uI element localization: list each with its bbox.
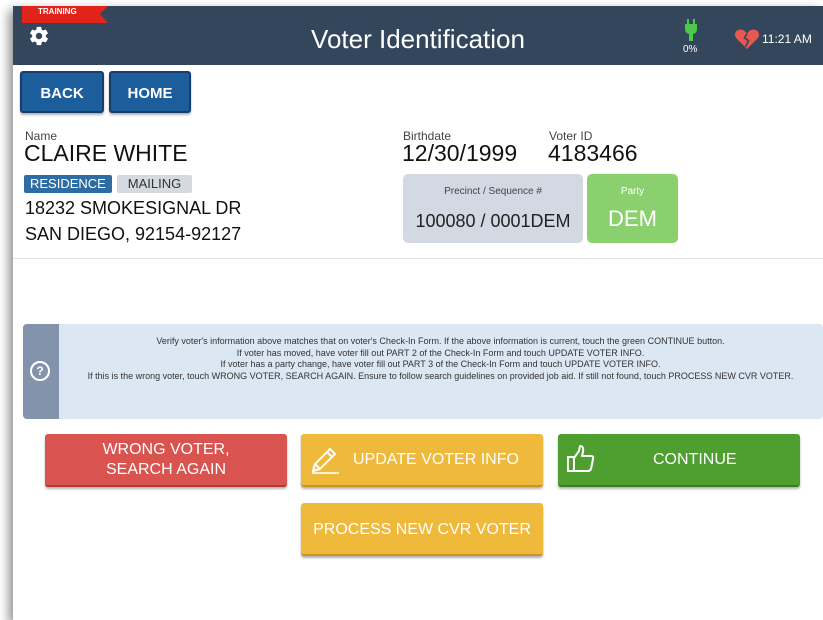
training-badge: TRAINING [22, 6, 108, 23]
wrong-voter-line2: SEARCH AGAIN [105, 461, 227, 478]
help-sidebar: ? [23, 324, 59, 419]
precinct-box: Precinct / Sequence # 100080 / 0001DEM [403, 174, 583, 243]
instruction-line: If this is the wrong voter, touch WRONG … [87, 370, 794, 381]
app-window: TRAINING Voter Identification 0% 11:21 A… [13, 6, 823, 620]
help-icon[interactable]: ? [30, 361, 50, 381]
process-new-cvr-voter-button[interactable]: PROCESS NEW CVR VOTER [301, 503, 543, 556]
instruction-line: If voter has moved, have voter fill out … [236, 347, 645, 358]
instruction-line: If voter has a party change, have voter … [220, 359, 661, 369]
party-label: Party [620, 186, 645, 197]
continue-label: CONTINUE [653, 451, 737, 468]
wrong-voter-line1: WRONG VOTER, [102, 441, 230, 458]
update-voter-info-label: UPDATE VOTER INFO [353, 451, 519, 468]
heart-icon [734, 29, 760, 49]
instructions-text: Verify voter's information above matches… [63, 336, 818, 382]
page-title: Voter Identification [311, 24, 525, 54]
voter-id-value: 4183466 [548, 140, 638, 166]
back-button[interactable]: BACK [20, 71, 104, 113]
address-line1: 18232 SMOKESIGNAL DR [25, 198, 242, 218]
battery-percent: 0% [683, 44, 698, 55]
tab-residence[interactable]: RESIDENCE [24, 175, 112, 193]
thumbs-up-icon [567, 445, 595, 472]
birthdate-value: 12/30/1999 [402, 140, 518, 166]
pencil-icon [311, 447, 339, 474]
divider [13, 258, 823, 259]
header-bar: TRAINING Voter Identification 0% 11:21 A… [13, 6, 823, 65]
voter-name: CLAIRE WHITE [24, 140, 188, 166]
clock-time: 11:21 AM [762, 32, 812, 46]
precinct-label: Precinct / Sequence # [444, 186, 542, 197]
instructions-panel: ? Verify voter's information above match… [23, 324, 823, 419]
update-voter-info-button[interactable]: UPDATE VOTER INFO [301, 434, 543, 487]
address-line2: SAN DIEGO, 92154-92127 [25, 224, 242, 244]
party-box: Party DEM [587, 174, 678, 243]
home-button[interactable]: HOME [109, 71, 191, 113]
instruction-line: Verify voter's information above matches… [156, 336, 725, 346]
party-value: DEM [608, 206, 657, 231]
continue-button[interactable]: CONTINUE [558, 434, 800, 487]
plug-icon [685, 19, 697, 41]
wrong-voter-button[interactable]: WRONG VOTER, SEARCH AGAIN [45, 434, 287, 487]
precinct-value: 100080 / 0001DEM [415, 211, 571, 231]
tab-mailing[interactable]: MAILING [117, 175, 192, 193]
